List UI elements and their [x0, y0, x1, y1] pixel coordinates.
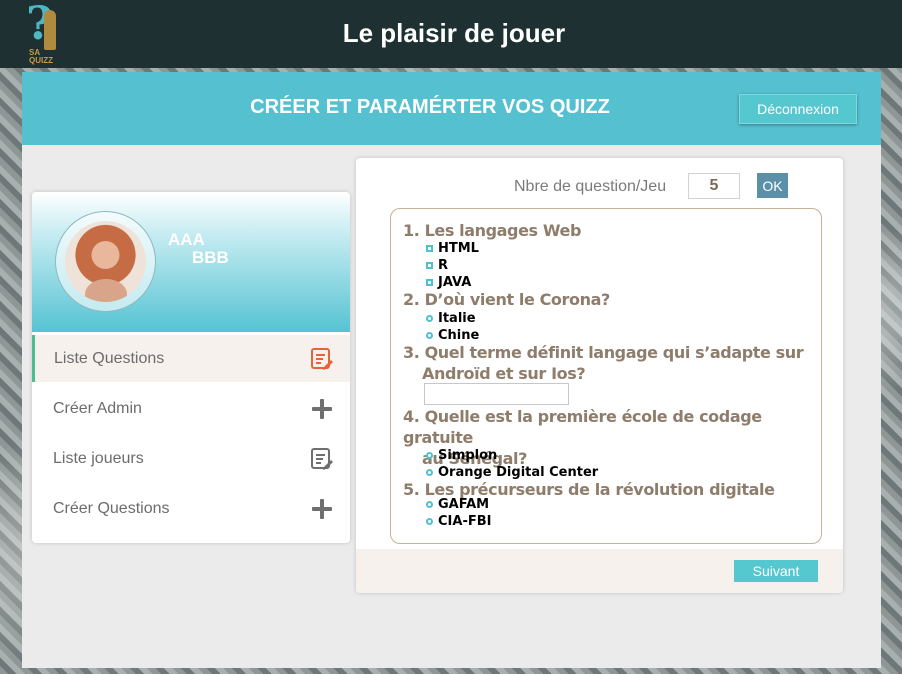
ok-button[interactable]: OK [757, 173, 788, 198]
option-label: CIA-FBI [438, 513, 492, 529]
nb-question-input[interactable]: 5 [688, 173, 740, 199]
checkbox-icon[interactable] [426, 261, 433, 269]
sidebar-item-creer-questions[interactable]: Créer Questions [32, 485, 350, 532]
quiz-card: Nbre de question/Jeu 5 OK 1. Les langage… [356, 158, 843, 593]
profile-section: AAA BBB [32, 192, 350, 332]
answer-option[interactable]: HTML [426, 240, 479, 256]
option-label: Simplon [438, 447, 498, 463]
option-label: JAVA [438, 274, 472, 290]
option-label: Orange Digital Center [438, 464, 599, 480]
avatar [65, 221, 146, 302]
checkbox-icon[interactable] [426, 244, 433, 252]
answer-option[interactable]: GAFAM [426, 496, 489, 512]
option-label: Chine [438, 327, 480, 343]
sidebar-item-liste-joueurs[interactable]: Liste joueurs [32, 435, 350, 482]
page-title: CRÉER ET PARAMÉRTER VOS QUIZZ [250, 96, 610, 118]
answer-option[interactable]: Orange Digital Center [426, 464, 598, 480]
nb-question-label: Nbre de question/Jeu [514, 178, 667, 195]
answer-option[interactable]: CIA-FBI [426, 513, 491, 529]
answer-text-input[interactable] [424, 383, 569, 405]
sidebar-item-creer-admin[interactable]: Créer Admin [32, 385, 350, 432]
option-label: R [438, 257, 449, 273]
radio-icon[interactable] [426, 517, 433, 525]
plus-icon [310, 497, 334, 521]
panel-header: CRÉER ET PARAMÉRTER VOS QUIZZ Déconnexio… [22, 72, 881, 145]
radio-icon[interactable] [426, 468, 433, 476]
app-title: Le plaisir de jouer [342, 18, 566, 48]
option-label: GAFAM [438, 496, 490, 512]
logout-button[interactable]: Déconnexion [739, 94, 857, 124]
question-title-line1: 3. Quel terme définit langage qui s’adap… [403, 343, 804, 362]
answer-option[interactable]: JAVA [426, 274, 471, 290]
sidebar-item-label: Liste joueurs [53, 449, 144, 467]
questions-list: 1. Les langages Web HTML R JAVA 2. D’où … [390, 208, 822, 544]
sidebar-card: AAA BBB Liste Questions Créer Admin List… [32, 192, 350, 543]
edit-list-icon [310, 347, 334, 371]
logo-text-bottom: QUIZZ [29, 56, 53, 65]
avatar-frame [55, 211, 156, 312]
question-title: 1. Les langages Web [403, 221, 582, 240]
question-title-line1: 4. Quelle est la première école de codag… [403, 407, 762, 447]
answer-option[interactable]: Chine [426, 327, 479, 343]
checkbox-icon[interactable] [426, 278, 433, 286]
top-header: ? SA QUIZZ Le plaisir de jouer [0, 0, 902, 68]
radio-icon[interactable] [426, 314, 433, 322]
option-label: HTML [438, 240, 479, 256]
plus-icon [310, 397, 334, 421]
profile-last-name: BBB [192, 248, 229, 267]
sidebar-item-label: Liste Questions [54, 349, 165, 367]
answer-option[interactable]: Italie [426, 310, 476, 326]
question-title: 2. D’où vient le Corona? [403, 290, 610, 309]
radio-icon[interactable] [426, 500, 433, 508]
sidebar-item-label: Créer Admin [53, 399, 142, 417]
answer-option[interactable]: R [426, 257, 448, 273]
next-button[interactable]: Suivant [734, 560, 818, 582]
sidebar-item-liste-questions[interactable]: Liste Questions [32, 335, 350, 382]
question-title: 3. Quel terme définit langage qui s’adap… [403, 342, 804, 384]
sidebar-item-label: Créer Questions [53, 499, 170, 517]
question-title-line2: Androïd et sur Ios? [422, 364, 586, 383]
avatar-body [85, 279, 127, 302]
edit-list-icon [310, 447, 334, 471]
answer-option[interactable]: Simplon [426, 447, 497, 463]
radio-icon[interactable] [426, 331, 433, 339]
profile-first-name: AAA [168, 230, 205, 249]
radio-icon[interactable] [426, 451, 433, 459]
option-label: Italie [438, 310, 476, 326]
